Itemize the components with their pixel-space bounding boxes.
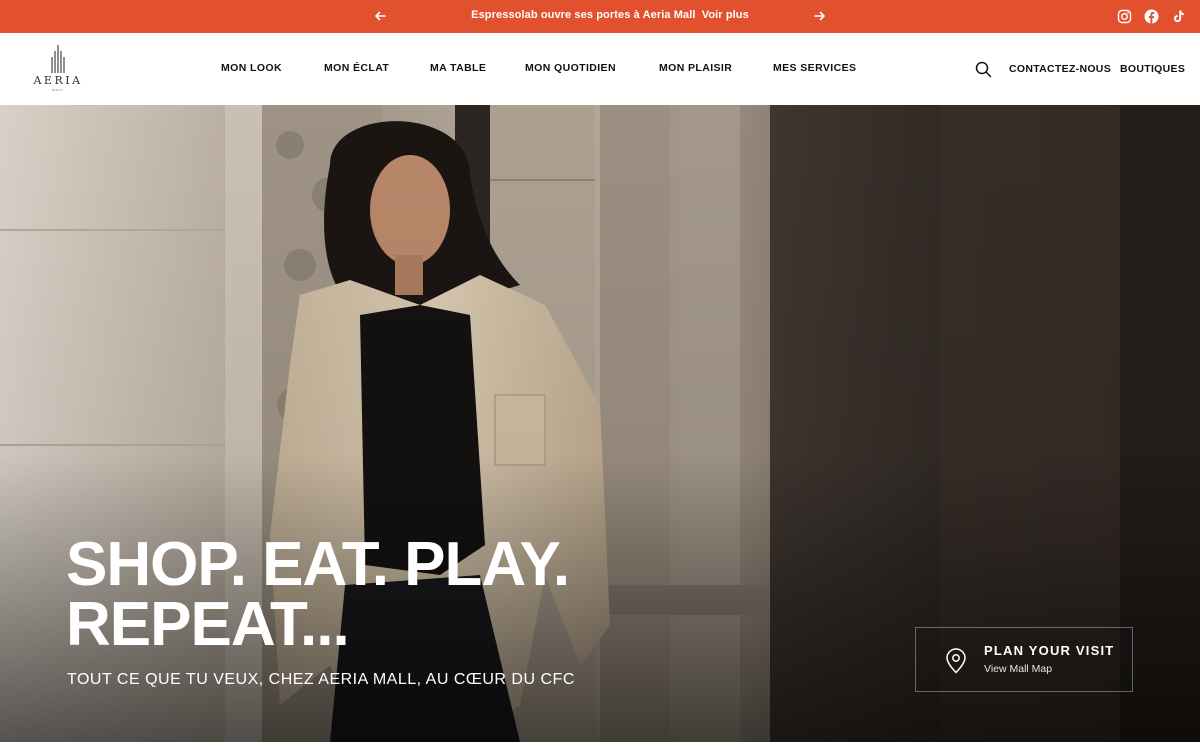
announcement-bar: Espressolab ouvre ses portes à Aeria Mal… <box>0 0 1200 33</box>
plan-visit-subtitle: View Mall Map <box>984 663 1053 675</box>
logo-mark-icon <box>51 45 65 73</box>
tiktok-icon[interactable] <box>1171 9 1186 24</box>
instagram-icon[interactable] <box>1117 9 1132 24</box>
nav-item-mon-plaisir[interactable]: MON PLAISIR <box>659 62 732 74</box>
stores-link[interactable]: BOUTIQUES <box>1120 63 1185 75</box>
hero-subtitle: TOUT CE QUE TU VEUX, CHEZ AERIA MALL, AU… <box>67 671 575 688</box>
nav-item-mon-look[interactable]: MON LOOK <box>221 62 282 74</box>
social-links <box>1117 9 1186 24</box>
nav-item-mon-quotidien[interactable]: MON QUOTIDIEN <box>525 62 616 74</box>
site-header: AERIA MALL MON LOOK MON ÉCLAT MA TABLE M… <box>0 33 1200 105</box>
logo-wordmark: AERIA <box>33 74 83 87</box>
contact-link[interactable]: CONTACTEZ-NOUS <box>1009 63 1111 75</box>
plan-visit-button[interactable]: PLAN YOUR VISIT View Mall Map <box>915 627 1133 692</box>
plan-visit-title: PLAN YOUR VISIT <box>984 643 1115 658</box>
hero-banner: SHOP. EAT. PLAY. REPEAT... TOUT CE QUE T… <box>0 105 1200 742</box>
hero-title: SHOP. EAT. PLAY. REPEAT... <box>66 530 570 659</box>
announcement-text: Espressolab ouvre ses portes à Aeria Mal… <box>471 9 696 21</box>
hero-title-line-1: SHOP. EAT. PLAY. <box>66 530 570 599</box>
nav-item-mes-services[interactable]: MES SERVICES <box>773 62 856 74</box>
facebook-icon[interactable] <box>1144 9 1159 24</box>
nav-item-mon-eclat[interactable]: MON ÉCLAT <box>324 62 389 74</box>
hero-title-line-2: REPEAT... <box>66 590 350 659</box>
announcement-link[interactable]: Voir plus <box>702 9 749 21</box>
nav-item-ma-table[interactable]: MA TABLE <box>430 62 486 74</box>
announcement-message: Espressolab ouvre ses portes à Aeria Mal… <box>420 9 800 21</box>
map-pin-icon <box>945 648 967 674</box>
arrow-right-icon[interactable] <box>812 8 828 24</box>
arrow-left-icon[interactable] <box>372 8 388 24</box>
search-icon[interactable] <box>975 61 992 78</box>
page-bottom-strip <box>0 742 1200 750</box>
logo-subtext: MALL <box>52 88 64 92</box>
logo[interactable]: AERIA MALL <box>32 45 84 93</box>
